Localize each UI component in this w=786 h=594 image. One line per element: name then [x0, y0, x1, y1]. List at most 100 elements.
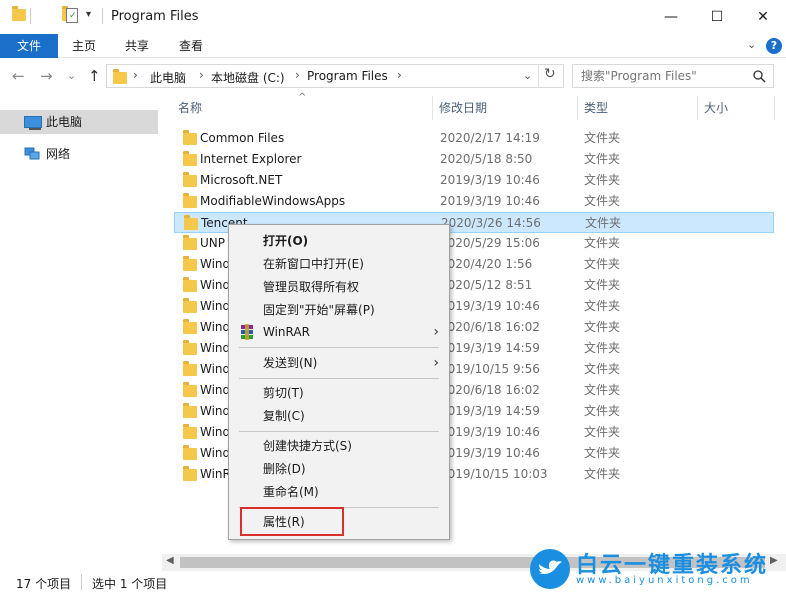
ribbon-tabs: 文件 主页 共享 查看 ⌄ ?	[0, 34, 786, 58]
column-divider[interactable]	[577, 96, 578, 120]
folder-icon	[183, 319, 197, 334]
menu-item-delete[interactable]: 删除(D)	[231, 458, 447, 480]
winrar-icon	[241, 324, 253, 340]
file-type: 文件夹	[584, 194, 621, 208]
file-name: Microsoft.NET	[200, 173, 283, 187]
file-type: 文件夹	[584, 425, 621, 439]
selection-count: 选中 1 个项目	[92, 577, 168, 591]
file-type: 文件夹	[584, 236, 621, 250]
breadcrumb-program-files[interactable]: Program Files	[307, 69, 388, 83]
table-row[interactable]: Internet Explorer 2020/5/18 8:50 文件夹	[174, 149, 774, 170]
maximize-button[interactable]: ☐	[694, 0, 740, 34]
file-date: 2020/6/18 16:02	[440, 320, 540, 334]
file-date: 2019/3/19 10:46	[440, 194, 540, 208]
file-date: 2020/6/18 16:02	[440, 383, 540, 397]
menu-separator	[239, 378, 439, 379]
file-type: 文件夹	[584, 362, 621, 376]
search-input[interactable]	[573, 65, 743, 87]
table-row[interactable]: ModifiableWindowsApps 2019/3/19 10:46 文件夹	[174, 191, 774, 212]
menu-item-rename[interactable]: 重命名(M)	[231, 481, 447, 503]
folder-icon	[183, 235, 197, 250]
menu-item-send-to[interactable]: 发送到(N) ›	[231, 352, 447, 374]
folder-icon	[183, 130, 197, 145]
file-type: 文件夹	[584, 257, 621, 271]
file-date: 2019/3/19 10:46	[440, 299, 540, 313]
file-type: 文件夹	[584, 152, 621, 166]
menu-item-label: WinRAR	[263, 325, 310, 339]
menu-item-winrar[interactable]: WinRAR ›	[231, 321, 447, 343]
window-title: Program Files	[111, 9, 199, 24]
file-date: 2019/3/19 14:59	[440, 341, 540, 355]
file-type: 文件夹	[585, 216, 622, 230]
menu-item-cut[interactable]: 剪切(T)	[231, 382, 447, 404]
folder-icon	[183, 256, 197, 271]
file-name: Wind	[200, 299, 231, 313]
menu-item-label: 发送到(N)	[263, 356, 318, 370]
menu-item-pin-start[interactable]: 固定到"开始"屏幕(P)	[231, 299, 447, 321]
expand-ribbon-icon[interactable]: ⌄	[747, 38, 756, 51]
folder-icon	[183, 382, 197, 397]
forward-icon[interactable]: →	[40, 67, 53, 85]
menu-item-take-ownership[interactable]: 管理员取得所有权	[231, 276, 447, 298]
menu-item-open-new-window[interactable]: 在新窗口中打开(E)	[231, 253, 447, 275]
file-date: 2019/3/19 10:46	[440, 446, 540, 460]
breadcrumb-this-pc[interactable]: 此电脑	[150, 69, 186, 86]
column-header-type[interactable]: 类型	[584, 96, 608, 120]
address-row: ← → ⌄ ↑ › 此电脑 › 本地磁盘 (C:) › Program File…	[0, 58, 786, 96]
breadcrumb-local-disk[interactable]: 本地磁盘 (C:)	[211, 69, 285, 86]
sidebar-item-this-pc[interactable]: 此电脑	[0, 110, 158, 134]
file-date: 2019/3/19 14:59	[440, 404, 540, 418]
folder-icon	[183, 172, 197, 187]
context-menu: 打开(O) 在新窗口中打开(E) 管理员取得所有权 固定到"开始"屏幕(P) W…	[228, 224, 450, 540]
tab-home[interactable]: 主页	[58, 34, 110, 58]
column-header-date[interactable]: 修改日期	[439, 96, 487, 120]
column-header-name[interactable]: 名称	[178, 96, 202, 120]
column-divider[interactable]	[774, 96, 775, 120]
menu-item-create-shortcut[interactable]: 创建快捷方式(S)	[231, 435, 447, 457]
search-icon[interactable]	[753, 70, 766, 83]
file-date: 2019/3/19 10:46	[440, 425, 540, 439]
folder-icon	[183, 193, 197, 208]
file-name: Wind	[200, 362, 231, 376]
close-button[interactable]: ✕	[740, 0, 786, 34]
folder-icon	[183, 466, 197, 481]
file-type: 文件夹	[584, 341, 621, 355]
file-name: UNP	[200, 236, 225, 250]
help-icon[interactable]: ?	[766, 38, 782, 54]
scroll-left-icon[interactable]: ◀	[166, 555, 174, 566]
item-count: 17 个项目	[16, 577, 72, 591]
tab-file[interactable]: 文件	[0, 34, 58, 58]
table-row[interactable]: Microsoft.NET 2019/3/19 10:46 文件夹	[174, 170, 774, 191]
address-dropdown-icon[interactable]: ⌄	[523, 69, 532, 82]
computer-icon	[24, 116, 42, 128]
folder-icon	[183, 361, 197, 376]
file-type: 文件夹	[584, 404, 621, 418]
file-name: ModifiableWindowsApps	[200, 194, 346, 208]
sidebar-item-network[interactable]: 网络	[0, 142, 158, 166]
table-row[interactable]: Common Files 2020/2/17 14:19 文件夹	[174, 128, 774, 149]
recent-locations-icon[interactable]: ⌄	[67, 69, 76, 82]
address-bar[interactable]: › 此电脑 › 本地磁盘 (C:) › Program Files › ⌄ ↻	[106, 64, 564, 88]
file-name: Wind	[200, 383, 231, 397]
folder-icon	[183, 277, 197, 292]
tab-view[interactable]: 查看	[164, 34, 218, 58]
file-type: 文件夹	[584, 320, 621, 334]
search-box[interactable]	[572, 64, 774, 88]
file-name: Internet Explorer	[200, 152, 302, 166]
file-type: 文件夹	[584, 173, 621, 187]
minimize-button[interactable]: —	[648, 0, 694, 34]
folder-icon	[183, 151, 197, 166]
file-type: 文件夹	[584, 299, 621, 313]
menu-item-copy[interactable]: 复制(C)	[231, 405, 447, 427]
refresh-icon[interactable]: ↻	[544, 66, 556, 82]
sidebar-item-label: 网络	[46, 147, 71, 161]
customize-toolbar-icon[interactable]: ▾	[86, 9, 91, 20]
back-icon[interactable]: ←	[12, 67, 25, 85]
column-divider[interactable]	[697, 96, 698, 120]
properties-icon[interactable]: ✓	[66, 8, 78, 23]
column-header-size[interactable]: 大小	[704, 96, 728, 120]
column-divider[interactable]	[432, 96, 433, 120]
up-icon[interactable]: ↑	[88, 67, 101, 85]
tab-share[interactable]: 共享	[110, 34, 164, 58]
menu-item-open[interactable]: 打开(O)	[231, 230, 447, 252]
